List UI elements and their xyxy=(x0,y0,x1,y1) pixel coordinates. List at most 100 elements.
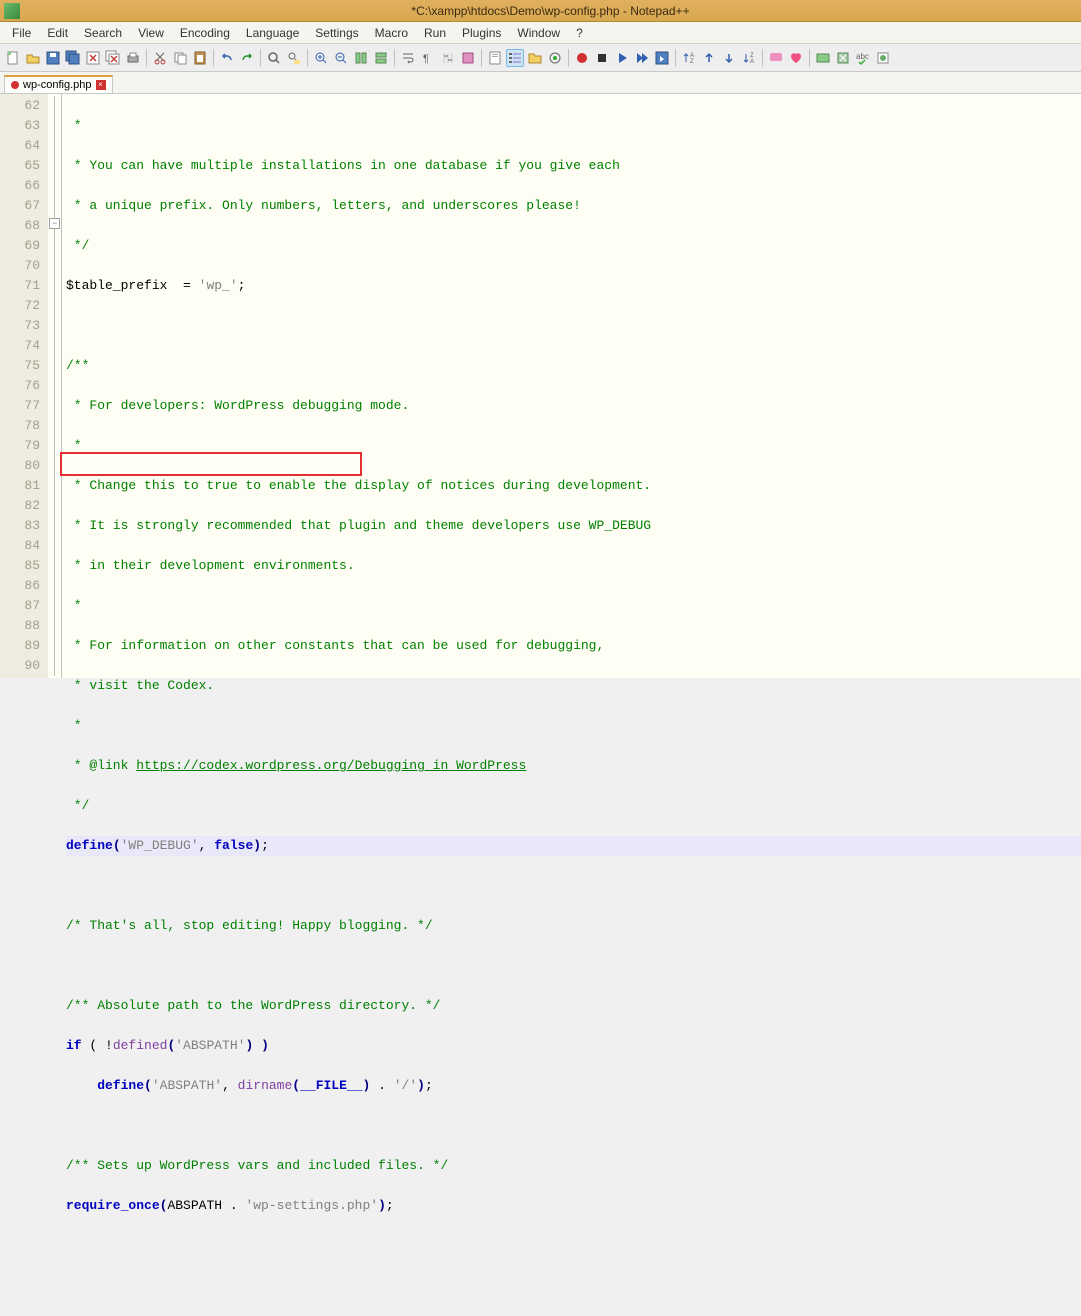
menu-search[interactable]: Search xyxy=(76,24,130,42)
menu-file[interactable]: File xyxy=(4,24,39,42)
tool2-icon[interactable] xyxy=(834,49,852,67)
toolbar-separator xyxy=(260,49,261,67)
record-icon[interactable] xyxy=(573,49,591,67)
line-number: 63 xyxy=(2,116,40,136)
menu-window[interactable]: Window xyxy=(509,24,568,42)
menu-encoding[interactable]: Encoding xyxy=(172,24,238,42)
modified-indicator-icon xyxy=(11,81,19,89)
code-editor[interactable]: * * You can have multiple installations … xyxy=(62,94,1081,678)
line-number: 75 xyxy=(2,356,40,376)
sort-desc-key-icon[interactable]: ZA xyxy=(740,49,758,67)
line-number: 87 xyxy=(2,596,40,616)
line-number: 84 xyxy=(2,536,40,556)
stop-icon[interactable] xyxy=(593,49,611,67)
monitoring-icon[interactable] xyxy=(546,49,564,67)
menu-settings[interactable]: Settings xyxy=(307,24,366,42)
line-number: 89 xyxy=(2,636,40,656)
tool3-icon[interactable] xyxy=(874,49,892,67)
editor-area: 6263646566676869707172737475767778798081… xyxy=(0,94,1081,678)
func-list-icon[interactable] xyxy=(506,49,524,67)
undo-icon[interactable] xyxy=(218,49,236,67)
tab-bar: wp-config.php × xyxy=(0,72,1081,94)
close-icon[interactable] xyxy=(84,49,102,67)
sort-asc-key-icon[interactable]: AZ xyxy=(680,49,698,67)
ud-lang-icon[interactable] xyxy=(459,49,477,67)
line-number: 65 xyxy=(2,156,40,176)
line-number: 90 xyxy=(2,656,40,676)
window-titlebar: *C:\xampp\htdocs\Demo\wp-config.php - No… xyxy=(0,0,1081,22)
svg-text:A: A xyxy=(750,59,754,65)
menu-view[interactable]: View xyxy=(130,24,172,42)
toolbar-separator xyxy=(481,49,482,67)
fold-column[interactable]: − xyxy=(48,94,62,678)
indent-guide-icon[interactable] xyxy=(439,49,457,67)
show-all-chars-icon[interactable]: ¶ xyxy=(419,49,437,67)
sync-h-icon[interactable] xyxy=(372,49,390,67)
doc-map-icon[interactable] xyxy=(486,49,504,67)
heart-icon[interactable] xyxy=(787,49,805,67)
line-number: 70 xyxy=(2,256,40,276)
line-number: 85 xyxy=(2,556,40,576)
play-icon[interactable] xyxy=(613,49,631,67)
redo-icon[interactable] xyxy=(238,49,256,67)
line-number: 88 xyxy=(2,616,40,636)
line-number: 64 xyxy=(2,136,40,156)
tab-active[interactable]: wp-config.php × xyxy=(4,75,113,93)
sync-v-icon[interactable] xyxy=(352,49,370,67)
copy-icon[interactable] xyxy=(171,49,189,67)
fold-toggle-icon[interactable]: − xyxy=(49,218,60,229)
play-multi-icon[interactable] xyxy=(633,49,651,67)
folder-workspace-icon[interactable] xyxy=(526,49,544,67)
current-line[interactable]: define('WP_DEBUG', false); xyxy=(66,836,1081,856)
replace-icon[interactable] xyxy=(285,49,303,67)
line-number: 68 xyxy=(2,216,40,236)
line-number: 69 xyxy=(2,236,40,256)
sort-asc-icon[interactable] xyxy=(700,49,718,67)
menu-run[interactable]: Run xyxy=(416,24,454,42)
line-number-gutter: 6263646566676869707172737475767778798081… xyxy=(0,94,48,678)
tab-label: wp-config.php xyxy=(23,79,92,91)
line-number: 79 xyxy=(2,436,40,456)
menu-plugins[interactable]: Plugins xyxy=(454,24,509,42)
tool1-icon[interactable] xyxy=(814,49,832,67)
line-number: 86 xyxy=(2,576,40,596)
window-title: *C:\xampp\htdocs\Demo\wp-config.php - No… xyxy=(24,4,1077,18)
tab-close-icon[interactable]: × xyxy=(96,80,106,90)
menu-help[interactable]: ? xyxy=(568,24,591,42)
open-file-icon[interactable] xyxy=(24,49,42,67)
save-macro-icon[interactable] xyxy=(653,49,671,67)
line-number: 78 xyxy=(2,416,40,436)
toolbar-separator xyxy=(213,49,214,67)
close-all-icon[interactable] xyxy=(104,49,122,67)
cut-icon[interactable] xyxy=(151,49,169,67)
menu-edit[interactable]: Edit xyxy=(39,24,76,42)
print-icon[interactable] xyxy=(124,49,142,67)
line-number: 74 xyxy=(2,336,40,356)
find-icon[interactable] xyxy=(265,49,283,67)
new-file-icon[interactable] xyxy=(4,49,22,67)
toolbar: ¶ AZ ZA abc xyxy=(0,44,1081,72)
app-icon xyxy=(4,3,20,19)
menu-bar: File Edit Search View Encoding Language … xyxy=(0,22,1081,44)
save-all-icon[interactable] xyxy=(64,49,82,67)
menu-macro[interactable]: Macro xyxy=(367,24,416,42)
zoom-in-icon[interactable] xyxy=(312,49,330,67)
line-number: 73 xyxy=(2,316,40,336)
toolbar-separator xyxy=(809,49,810,67)
line-number: 77 xyxy=(2,396,40,416)
save-icon[interactable] xyxy=(44,49,62,67)
line-number: 71 xyxy=(2,276,40,296)
line-number: 66 xyxy=(2,176,40,196)
line-number: 72 xyxy=(2,296,40,316)
spellcheck-icon[interactable]: abc xyxy=(854,49,872,67)
toolbar-separator xyxy=(762,49,763,67)
toolbar-separator xyxy=(307,49,308,67)
svg-text:abc: abc xyxy=(856,52,869,61)
sort-desc-icon[interactable] xyxy=(720,49,738,67)
line-number: 82 xyxy=(2,496,40,516)
menu-language[interactable]: Language xyxy=(238,24,307,42)
wordwrap-icon[interactable] xyxy=(399,49,417,67)
paste-icon[interactable] xyxy=(191,49,209,67)
comment-icon[interactable] xyxy=(767,49,785,67)
zoom-out-icon[interactable] xyxy=(332,49,350,67)
